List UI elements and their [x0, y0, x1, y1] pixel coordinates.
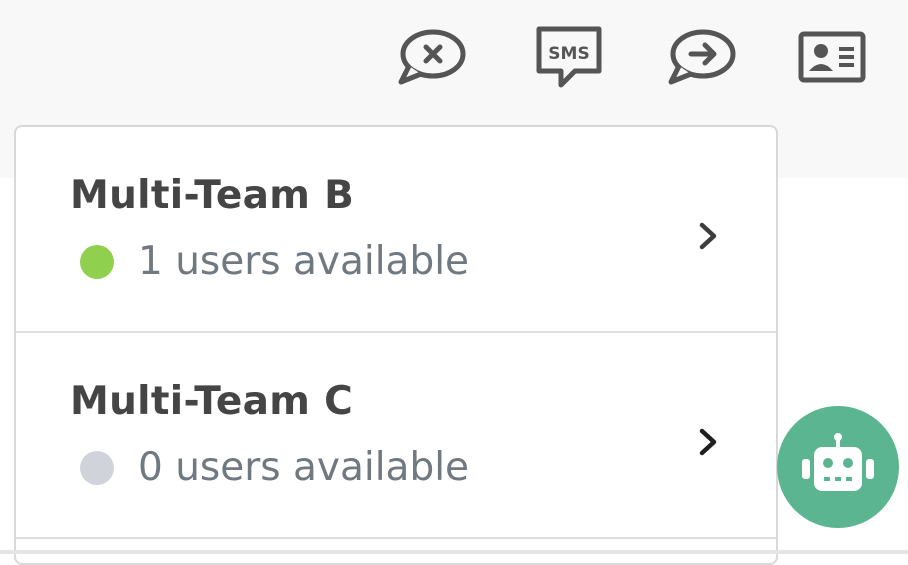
- contact-card-icon: [798, 31, 866, 83]
- team-name: Multi-Team C: [70, 379, 354, 424]
- transfer-chat-icon: [668, 29, 736, 85]
- team-list-panel: Multi-Team B 1 users available Multi-Tea…: [14, 125, 778, 565]
- team-status: 1 users available: [80, 239, 469, 284]
- chevron-right-icon: [699, 428, 717, 456]
- end-chat-icon: [398, 29, 466, 85]
- chatbot-button[interactable]: [777, 406, 899, 528]
- robot-icon: [802, 433, 874, 491]
- status-text: 0 users available: [138, 445, 470, 490]
- sms-icon: SMS: [536, 26, 602, 88]
- sms-icon-label: SMS: [548, 44, 589, 64]
- team-status: 0 users available: [80, 445, 469, 490]
- team-row-multi-team-b[interactable]: Multi-Team B 1 users available: [16, 127, 776, 333]
- contact-card-button[interactable]: [795, 22, 869, 92]
- bottom-divider: [0, 550, 908, 554]
- team-row-multi-team-c[interactable]: Multi-Team C 0 users available: [16, 333, 776, 539]
- end-chat-button[interactable]: [394, 22, 468, 92]
- sms-button[interactable]: SMS: [532, 22, 606, 92]
- status-dot-available: [80, 244, 114, 279]
- team-name: Multi-Team B: [70, 173, 355, 218]
- status-dot-unavailable: [80, 450, 114, 485]
- chevron-right-icon: [699, 222, 717, 250]
- transfer-chat-button[interactable]: [664, 22, 738, 92]
- status-text: 1 users available: [138, 239, 470, 284]
